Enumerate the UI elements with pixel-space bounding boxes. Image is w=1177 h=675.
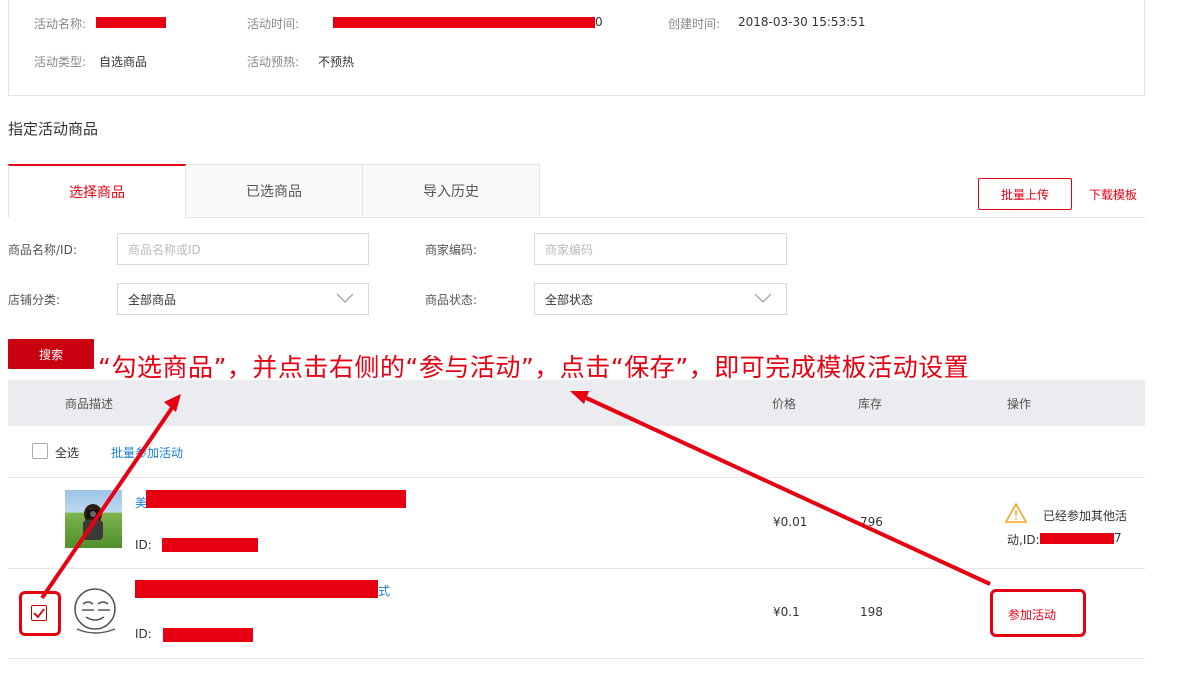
product-title-redacted: [135, 580, 378, 598]
shop-category-label: 店铺分类:: [8, 293, 61, 307]
activity-preheat-label: 活动预热:: [247, 55, 300, 69]
product-title-redacted: [146, 490, 406, 508]
product-stock: 796: [860, 515, 883, 529]
header-price: 价格: [772, 397, 797, 411]
other-activity-id-tail: 7: [1114, 531, 1122, 545]
header-operations: 操作: [1007, 397, 1032, 411]
tab-import-history[interactable]: 导入历史: [362, 164, 540, 218]
goods-status-select[interactable]: 全部状态: [534, 283, 787, 315]
merchant-code-label: 商家编码:: [425, 243, 478, 257]
product-title-suffix[interactable]: 式: [378, 582, 390, 599]
emoji-face-thumbnail: [74, 588, 116, 634]
product-id-redacted: [162, 538, 258, 552]
header-stock: 库存: [858, 397, 883, 411]
select-all-checkbox[interactable]: [32, 443, 48, 459]
shop-category-value: 全部商品: [128, 292, 177, 307]
created-time-value: 2018-03-30 15:53:51: [738, 15, 866, 29]
person-photo-icon: [83, 504, 103, 540]
batch-upload-button[interactable]: 批量上传: [978, 178, 1072, 210]
other-activity-status-line1: 已经参加其他活: [1043, 509, 1128, 523]
goods-name-label: 商品名称/ID:: [8, 243, 77, 257]
activity-name-redacted: [96, 17, 166, 28]
warning-icon: [1005, 503, 1027, 523]
activity-info-card: [8, 0, 1145, 96]
activity-name-label: 活动名称:: [34, 17, 87, 31]
activity-time-redacted: [333, 17, 595, 28]
product-id-redacted: [163, 628, 253, 642]
row-divider: [8, 658, 1145, 659]
tab-select-goods[interactable]: 选择商品: [8, 164, 186, 218]
table-header: [8, 380, 1145, 426]
row-divider: [8, 477, 1145, 478]
product-stock: 198: [860, 605, 883, 619]
goods-status-value: 全部状态: [545, 292, 594, 307]
chevron-down-icon: [754, 293, 772, 303]
activity-time-label: 活动时间:: [247, 17, 300, 31]
join-activity-button[interactable]: 参加活动: [1008, 606, 1056, 623]
download-template-link[interactable]: 下载模板: [1089, 186, 1137, 203]
chevron-down-icon: [336, 293, 354, 303]
goods-name-input[interactable]: 商品名称或ID: [117, 233, 369, 265]
product-thumbnail: [65, 490, 122, 548]
activity-preheat-value: 不预热: [318, 55, 355, 69]
goods-status-label: 商品状态:: [425, 293, 478, 307]
activity-type-value: 自选商品: [99, 55, 148, 69]
other-activity-id-redacted: [1040, 533, 1114, 544]
product-price: ¥0.01: [773, 515, 808, 529]
merchant-code-input[interactable]: 商家编码: [534, 233, 787, 265]
row-checkbox[interactable]: [31, 605, 47, 621]
activity-type-label: 活动类型:: [34, 55, 87, 69]
shop-category-select[interactable]: 全部商品: [117, 283, 369, 315]
search-button[interactable]: 搜索: [8, 339, 94, 369]
created-time-label: 创建时间:: [668, 17, 721, 31]
other-activity-status-line2: 动,ID:: [1007, 533, 1040, 547]
product-price: ¥0.1: [773, 605, 800, 619]
header-description: 商品描述: [65, 397, 114, 411]
row-divider: [8, 568, 1145, 569]
product-id-label: ID:: [135, 627, 152, 641]
product-id-label: ID:: [135, 538, 152, 552]
instruction-annotation: “勾选商品”，并点击右侧的“参与活动”，点击“保存”，即可完成模板活动设置: [98, 353, 970, 382]
activity-time-tail: 0: [595, 15, 603, 29]
annotation-arrows: [40, 391, 991, 600]
select-all-label: 全选: [55, 446, 80, 460]
tab-selected-goods[interactable]: 已选商品: [185, 164, 363, 218]
checkmark-icon: [33, 608, 45, 619]
batch-join-activity-link[interactable]: 批量参加活动: [111, 444, 183, 461]
section-title: 指定活动商品: [8, 120, 99, 138]
